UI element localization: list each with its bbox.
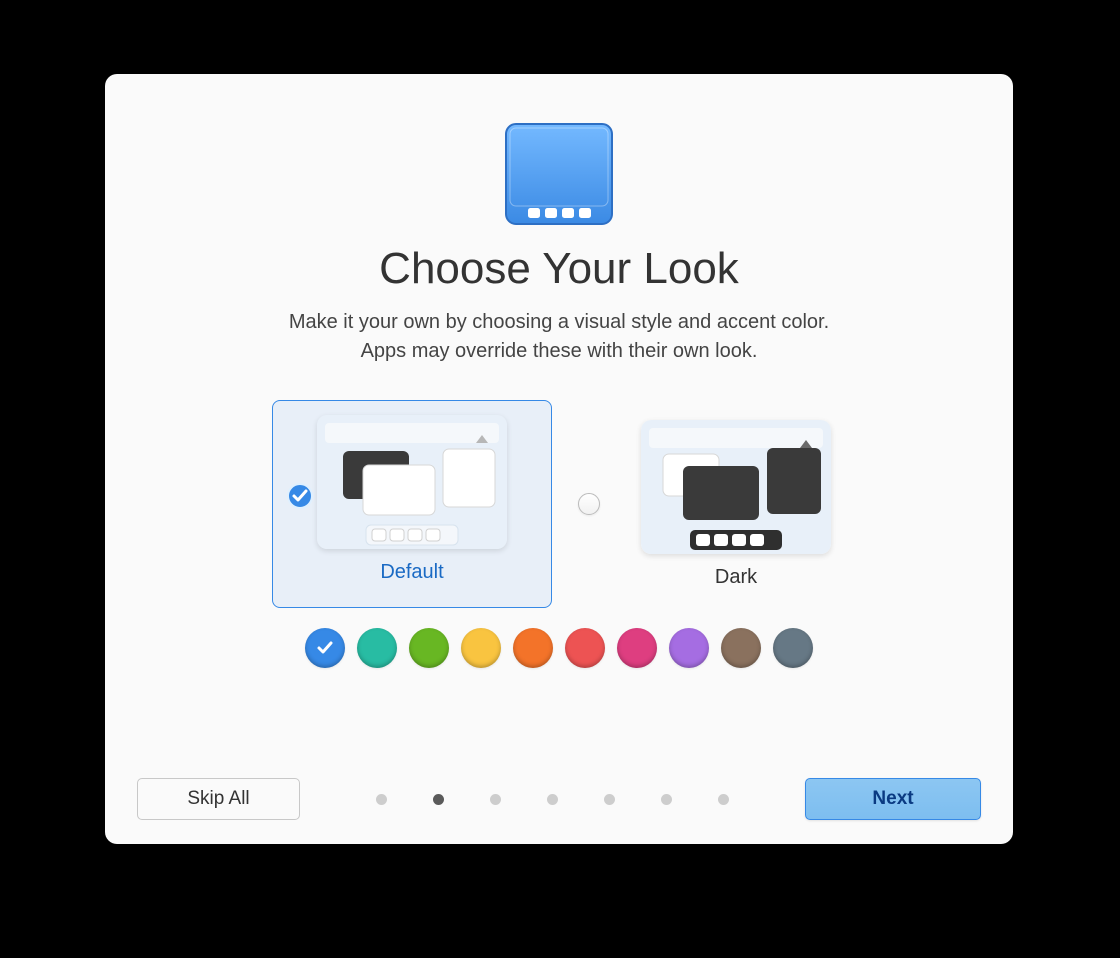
theme-preview-default: [317, 415, 507, 549]
accent-swatch-mint[interactable]: [357, 628, 397, 668]
desktop-appearance-icon: [500, 116, 618, 234]
page-subtitle: Make it your own by choosing a visual st…: [289, 308, 829, 366]
theme-preview-dark: [641, 420, 831, 554]
next-button[interactable]: Next: [805, 778, 981, 820]
page-title: Choose Your Look: [379, 244, 739, 294]
theme-option-dark[interactable]: Dark: [626, 419, 846, 590]
pager-dot[interactable]: [718, 794, 729, 805]
accent-swatch-purple[interactable]: [669, 628, 709, 668]
pager-dot[interactable]: [604, 794, 615, 805]
skip-all-button[interactable]: Skip All: [137, 778, 300, 820]
checkmark-icon: [287, 483, 313, 509]
footer: Skip All Next: [137, 778, 981, 820]
subtitle-line-1: Make it your own by choosing a visual st…: [289, 311, 829, 333]
pager-dot[interactable]: [433, 794, 444, 805]
onboarding-dialog: Choose Your Look Make it your own by cho…: [105, 74, 1013, 844]
theme-option-label: Default: [380, 561, 443, 584]
pager-dot[interactable]: [376, 794, 387, 805]
pager-dot[interactable]: [547, 794, 558, 805]
theme-options: Default Dark: [272, 400, 846, 608]
accent-swatch-blue[interactable]: [305, 628, 345, 668]
accent-swatch-red[interactable]: [565, 628, 605, 668]
theme-option-default[interactable]: Default: [272, 400, 552, 608]
theme-option-label: Dark: [715, 566, 757, 589]
accent-swatch-brown[interactable]: [721, 628, 761, 668]
pager-dot[interactable]: [661, 794, 672, 805]
accent-swatch-pink[interactable]: [617, 628, 657, 668]
checkmark-icon: [315, 638, 335, 658]
subtitle-line-2: Apps may override these with their own l…: [361, 340, 758, 362]
pager: [300, 794, 805, 805]
accent-swatch-orange[interactable]: [513, 628, 553, 668]
accent-color-picker: [305, 628, 813, 668]
accent-swatch-green[interactable]: [409, 628, 449, 668]
accent-swatch-yellow[interactable]: [461, 628, 501, 668]
pager-dot[interactable]: [490, 794, 501, 805]
prefer-system-theme-radio[interactable]: [578, 493, 600, 515]
accent-swatch-slate[interactable]: [773, 628, 813, 668]
